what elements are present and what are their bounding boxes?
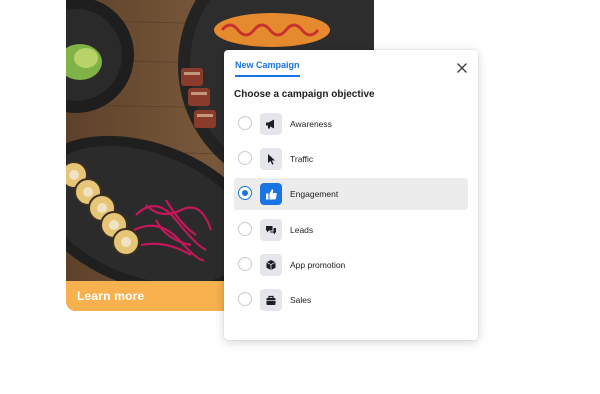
learn-more-label: Learn more <box>77 289 145 303</box>
chat-bubbles-icon <box>260 218 282 241</box>
megaphone-icon <box>260 113 282 135</box>
close-icon[interactable] <box>456 62 468 74</box>
shopping-bag-icon <box>260 288 282 311</box>
radio-button-selected[interactable] <box>238 186 252 201</box>
cursor-icon <box>260 148 282 171</box>
box-icon <box>260 253 282 276</box>
objective-option-app-promotion[interactable]: App promotion <box>234 249 468 281</box>
objective-label: Sales <box>290 294 312 305</box>
objective-label: App promotion <box>290 259 346 270</box>
objective-option-engagement[interactable]: Engagement <box>234 178 468 211</box>
radio-button[interactable] <box>238 256 252 271</box>
thumbs-up-icon <box>260 183 282 206</box>
objective-label: Leads <box>290 224 314 235</box>
objective-label: Awareness <box>290 119 332 129</box>
radio-button[interactable] <box>238 221 252 236</box>
campaign-objective-dialog: New Campaign Choose a campaign objective… <box>224 50 478 340</box>
radio-button[interactable] <box>238 291 252 306</box>
objective-option-awareness[interactable]: Awareness <box>234 108 468 140</box>
objective-list: Awareness Traffic Engagement Leads App p… <box>234 108 468 319</box>
objective-label: Traffic <box>290 154 314 165</box>
objective-option-leads[interactable]: Leads <box>234 214 468 246</box>
objective-option-sales[interactable]: Sales <box>234 284 468 316</box>
radio-button[interactable] <box>238 116 252 130</box>
tab-new-campaign[interactable]: New Campaign <box>235 60 300 77</box>
objective-option-traffic[interactable]: Traffic <box>234 143 468 175</box>
radio-button[interactable] <box>238 151 252 166</box>
dialog-heading: Choose a campaign objective <box>234 89 375 100</box>
objective-label: Engagement <box>290 189 339 200</box>
